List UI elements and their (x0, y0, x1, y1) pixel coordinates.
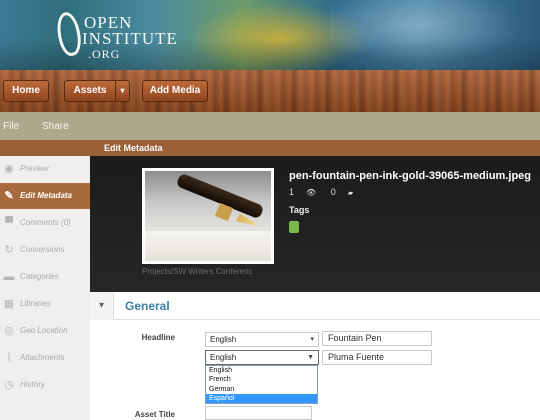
comment-icon: ▀ (5, 217, 13, 229)
comment-icon: ▰ (347, 190, 354, 197)
sidebar-item-attachments[interactable]: ⌇ Attachments (0, 345, 90, 371)
sidebar-item-label: Categories (20, 272, 59, 281)
sidebar-item-label: Preview (20, 164, 49, 173)
section-header[interactable]: ▾ General (90, 292, 540, 320)
sidebar-item-preview[interactable]: ◉ Preview (0, 156, 90, 182)
dropdown-option[interactable]: English (206, 366, 317, 375)
language-dropdown-list[interactable]: English French German Español (205, 365, 318, 404)
sidebar-item-geo-location[interactable]: ◎ Geo Location (0, 318, 90, 344)
collapse-toggle-icon[interactable]: ▾ (90, 292, 114, 320)
sidebar-item-label: Geo Location (20, 326, 68, 335)
menu-bar: File Share (0, 112, 540, 140)
language-select-2[interactable]: English ▼ (205, 350, 319, 365)
compass-icon: ◎ (4, 325, 14, 337)
refresh-icon: ↻ (4, 244, 14, 256)
eye-icon: 👁 (306, 188, 317, 197)
dropdown-option[interactable]: French (206, 375, 317, 384)
menu-share[interactable]: Share (42, 121, 69, 132)
headline-input-2[interactable]: Pluma Fuente (322, 350, 432, 365)
add-media-button[interactable]: Add Media (142, 80, 208, 102)
sidebar-item-label: Attachments (20, 353, 65, 362)
asset-stats: 1 👁 0 ▰ (289, 187, 365, 197)
eye-icon: ◉ (4, 163, 14, 175)
headline-label: Headline (141, 333, 175, 342)
headline-input-1[interactable]: Fountain Pen (322, 331, 432, 346)
sidebar-item-label: History (20, 380, 45, 389)
asset-title-input[interactable] (205, 406, 312, 420)
book-icon: ▦ (3, 298, 15, 310)
assets-button[interactable]: Assets ▾ (64, 80, 130, 102)
asset-caption: Projects/SW Writers Conferenc (142, 267, 253, 276)
asset-filename: pen-fountain-pen-ink-gold-39065-medium.j… (289, 170, 532, 182)
folder-icon: ▬ (3, 271, 15, 283)
sidebar-item-categories[interactable]: ▬ Categories (0, 264, 90, 290)
app-window: OPEN INSTITUTE .ORG Home Assets ▾ Add Me… (0, 0, 540, 420)
asset-title-label: Asset Title (134, 410, 175, 419)
tags-label: Tags (289, 205, 310, 215)
section-title: General (125, 299, 170, 313)
sidebar-item-label: Conversions (20, 245, 65, 254)
tag-chip[interactable] (289, 221, 299, 233)
language-select-1[interactable]: English ▾ (205, 332, 319, 347)
menu-file[interactable]: File (3, 121, 19, 132)
asset-thumbnail[interactable] (142, 168, 274, 264)
assets-dropdown-caret-icon[interactable]: ▾ (115, 81, 129, 101)
logo-text-org: .ORG (88, 47, 121, 61)
page-title: Edit Metadata (104, 143, 163, 153)
dropdown-option-highlighted[interactable]: Español (206, 393, 317, 403)
sidebar-item-label: Libraries (20, 299, 51, 308)
page-title-bar: Edit Metadata (0, 140, 540, 156)
sidebar-item-comments[interactable]: ▀ Comments (0) (0, 210, 90, 236)
history-icon: ◷ (4, 379, 14, 391)
home-button[interactable]: Home (3, 80, 49, 102)
paperclip-icon: ⌇ (6, 352, 12, 364)
sidebar: ◉ Preview ✎ Edit Metadata ▀ Comments (0)… (0, 156, 98, 420)
sidebar-item-edit-metadata[interactable]: ✎ Edit Metadata (0, 183, 98, 209)
pencil-icon: ✎ (4, 190, 14, 202)
assets-label: Assets (73, 85, 107, 96)
view-count: 1 👁 (289, 187, 317, 197)
header-banner: OPEN INSTITUTE .ORG (0, 0, 540, 70)
logo-text-institute: INSTITUTE (82, 29, 178, 48)
sidebar-item-libraries[interactable]: ▦ Libraries (0, 291, 90, 317)
sidebar-item-conversions[interactable]: ↻ Conversions (0, 237, 90, 263)
sidebar-item-label: Edit Metadata (20, 191, 73, 200)
comment-count: 0 ▰ (330, 187, 354, 197)
dropdown-option[interactable]: German (206, 385, 317, 394)
sidebar-item-history[interactable]: ◷ History (0, 372, 90, 398)
sidebar-item-label: Comments (0) (20, 218, 71, 227)
